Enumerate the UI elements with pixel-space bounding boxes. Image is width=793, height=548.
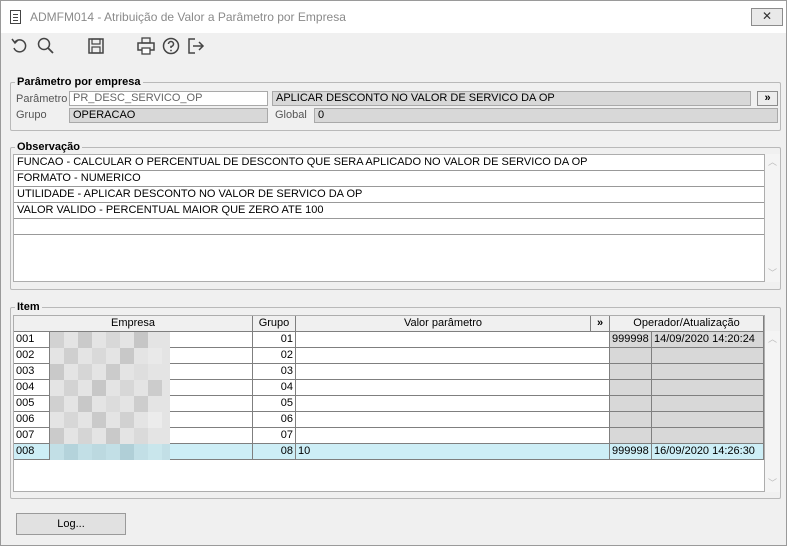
grupo-cell: 05 [253,396,296,412]
observacao-line: UTILIDADE - APLICAR DESCONTO NO VALOR DE… [14,187,764,203]
empresa-code-cell: 007 [14,428,50,444]
valor-cell[interactable] [296,380,610,396]
item-grid-scrollbar[interactable]: ︿ ﹀ [765,331,780,492]
redacted-company-names [50,332,170,460]
operador-cell [610,412,652,428]
operador-cell [610,396,652,412]
observacao-legend: Observação [17,141,80,153]
document-icon [10,10,21,24]
column-expand-button[interactable]: » [591,316,610,332]
help-icon[interactable] [161,36,181,56]
observacao-scrollbar[interactable]: ︿ ﹀ [765,154,780,282]
item-legend: Item [17,301,40,313]
empresa-code-cell: 002 [14,348,50,364]
parametro-field[interactable]: PR_DESC_SERVICO_OP [69,91,268,106]
toolbar [1,33,786,61]
operador-cell [610,380,652,396]
exit-icon[interactable] [186,36,206,56]
column-header-valor[interactable]: Valor parâmetro [296,316,591,332]
observacao-line: FUNCAO - CALCULAR O PERCENTUAL DE DESCON… [14,155,764,171]
empresa-code-cell: 006 [14,412,50,428]
grupo-cell: 03 [253,364,296,380]
grupo-cell: 02 [253,348,296,364]
main-window: ADMFM014 - Atribuição de Valor a Parâmet… [0,0,787,546]
operador-cell [610,348,652,364]
global-field: 0 [314,108,778,123]
data-atualizacao-cell [652,428,764,444]
grupo-cell: 01 [253,332,296,348]
save-icon[interactable] [86,36,106,56]
item-grid: Empresa Grupo Valor parâmetro » Operador… [13,315,765,492]
observacao-line: FORMATO - NUMERICO [14,171,764,187]
column-header-grupo[interactable]: Grupo [253,316,296,332]
empresa-code-cell: 008 [14,444,50,460]
observacao-line: VALOR VALIDO - PERCENTUAL MAIOR QUE ZERO… [14,203,764,219]
scroll-down-icon[interactable]: ﹀ [768,269,777,278]
valor-cell[interactable] [296,396,610,412]
log-button[interactable]: Log... [16,513,126,535]
empresa-code-cell: 001 [14,332,50,348]
data-atualizacao-cell: 14/09/2020 14:20:24 [652,332,764,348]
window-title: ADMFM014 - Atribuição de Valor a Parâmet… [30,10,346,24]
valor-cell[interactable] [296,364,610,380]
operador-cell: 999998 [610,332,652,348]
grupo-cell: 04 [253,380,296,396]
data-atualizacao-cell [652,364,764,380]
valor-cell[interactable] [296,428,610,444]
title-bar: ADMFM014 - Atribuição de Valor a Parâmet… [1,1,786,33]
data-atualizacao-cell [652,412,764,428]
observacao-line [14,219,764,235]
grupo-label: Grupo [16,109,47,121]
param-group-legend: Parâmetro por empresa [17,76,141,88]
close-button[interactable]: ✕ [751,8,783,26]
undo-icon[interactable] [10,36,30,56]
grupo-field: OPERACAO [69,108,268,123]
observacao-textarea[interactable]: FUNCAO - CALCULAR O PERCENTUAL DE DESCON… [13,154,765,282]
grupo-cell: 08 [253,444,296,460]
operador-cell [610,428,652,444]
data-atualizacao-cell [652,380,764,396]
valor-cell[interactable] [296,332,610,348]
empresa-code-cell: 005 [14,396,50,412]
grupo-cell: 06 [253,412,296,428]
global-label: Global [275,109,307,121]
operador-cell [610,364,652,380]
scroll-up-icon[interactable]: ︿ [768,158,777,167]
operador-cell: 999998 [610,444,652,460]
data-atualizacao-cell: 16/09/2020 14:26:30 [652,444,764,460]
grupo-cell: 07 [253,428,296,444]
expand-description-button[interactable]: » [757,91,778,106]
column-header-operador[interactable]: Operador/Atualização [610,316,764,332]
descricao-field: APLICAR DESCONTO NO VALOR DE SERVICO DA … [272,91,751,106]
valor-cell[interactable] [296,348,610,364]
data-atualizacao-cell [652,396,764,412]
valor-cell[interactable]: 10 [296,444,610,460]
empresa-code-cell: 003 [14,364,50,380]
column-header-empresa[interactable]: Empresa [14,316,253,332]
parametro-label: Parâmetro [16,93,68,105]
valor-cell[interactable] [296,412,610,428]
search-icon[interactable] [36,36,56,56]
print-icon[interactable] [136,36,156,56]
scroll-down-icon[interactable]: ﹀ [768,479,777,488]
scroll-up-icon[interactable]: ︿ [768,335,777,344]
empresa-code-cell: 004 [14,380,50,396]
data-atualizacao-cell [652,348,764,364]
